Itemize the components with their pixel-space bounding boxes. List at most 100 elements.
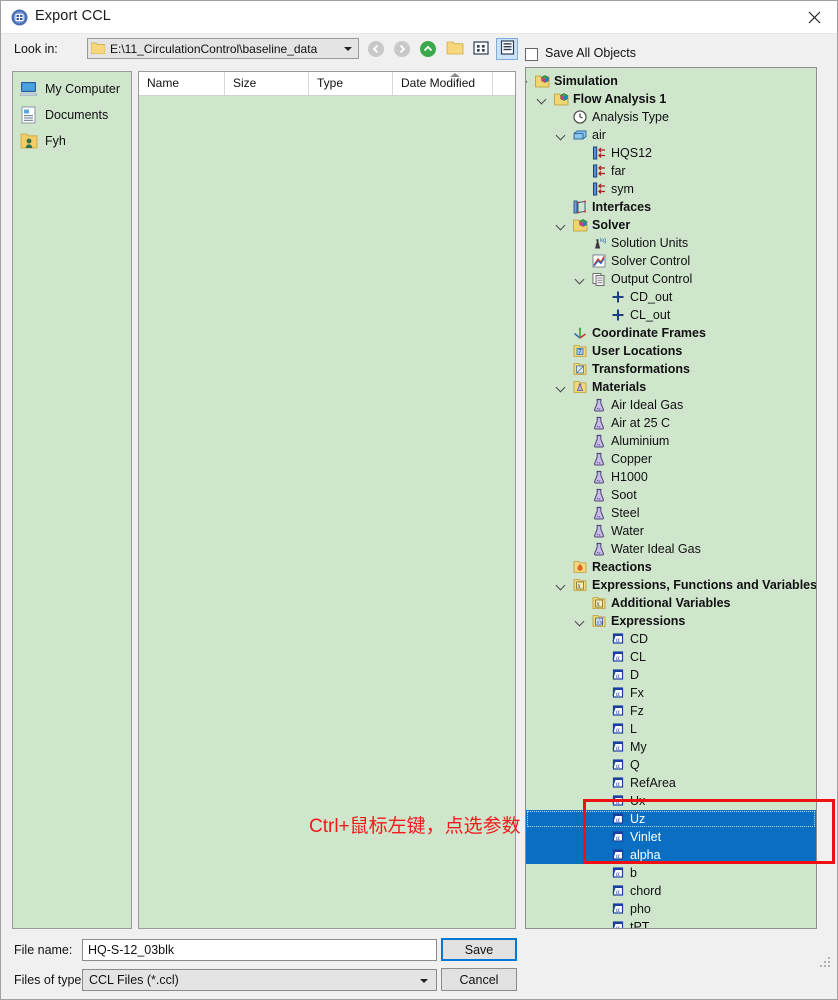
tree-item-label: Interfaces (592, 200, 652, 214)
tree-item-alpha[interactable]: α alpha (526, 846, 816, 864)
chevron-down-icon[interactable] (536, 93, 548, 105)
tree-item-expressions-functions-and-variables[interactable]: x Expressions, Functions and Variables (526, 576, 816, 594)
tree-item-q[interactable]: αQ (526, 756, 816, 774)
tree-item-reactions[interactable]: Reactions (526, 558, 816, 576)
tree-item-additional-variables[interactable]: x Additional Variables (526, 594, 816, 612)
tree-item-copper[interactable]: Copper (526, 450, 816, 468)
tree-item-d[interactable]: αD (526, 666, 816, 684)
new-folder-button[interactable] (444, 38, 466, 60)
tree-item-solver-control[interactable]: Solver Control (526, 252, 816, 270)
save-all-objects-checkbox[interactable] (525, 48, 538, 61)
tree-item-solution-units[interactable]: kg Solution Units (526, 234, 816, 252)
tree-item-water[interactable]: Water (526, 522, 816, 540)
back-button[interactable] (365, 38, 387, 60)
chevron-down-icon[interactable] (555, 129, 567, 141)
save-button[interactable]: Save (441, 938, 517, 961)
up-one-level-button[interactable] (417, 38, 439, 60)
tree-item-materials[interactable]: Materials (526, 378, 816, 396)
column-header-size[interactable]: Size (225, 72, 309, 95)
detail-view-button[interactable] (496, 38, 518, 60)
tree-item-cd-out[interactable]: CD_out (526, 288, 816, 306)
tree-item-label: Steel (611, 506, 640, 520)
tree-item-water-ideal-gas[interactable]: Water Ideal Gas (526, 540, 816, 558)
svg-text:α: α (616, 762, 620, 770)
save-all-objects-row[interactable]: Save All Objects (525, 46, 725, 64)
tree-item-transformations[interactable]: Transformations (526, 360, 816, 378)
ccl-object-tree[interactable]: Simulation Flow Analysis 1 Analysis Type ai… (525, 67, 817, 929)
tree-item-vinlet[interactable]: α Vinlet (526, 828, 816, 846)
column-header-type[interactable]: Type (309, 72, 393, 95)
tree-item-analysis-type[interactable]: Analysis Type (526, 108, 816, 126)
tree-item-uz[interactable]: α Uz (526, 810, 816, 828)
tree-item-label: Fz (630, 704, 644, 718)
tree-item-my[interactable]: α My (526, 738, 816, 756)
place-label: Documents (45, 108, 109, 122)
tree-item-label: air (592, 128, 606, 142)
tree-item-coordinate-frames[interactable]: Coordinate Frames (526, 324, 816, 342)
close-button[interactable] (791, 1, 837, 33)
column-header-name[interactable]: Name (139, 72, 225, 95)
look-in-combo[interactable]: E:\11_CirculationControl\baseline_data (87, 38, 359, 59)
tree-item-l[interactable]: αL (526, 720, 816, 738)
coordinate-frames-icon (572, 325, 588, 341)
chevron-down-icon[interactable] (555, 381, 567, 393)
material-icon (591, 397, 607, 413)
place-my-computer[interactable]: My Computer (19, 78, 127, 100)
file-list: Name Size Type Date Modified (138, 71, 516, 929)
tree-item-air-ideal-gas[interactable]: Air Ideal Gas (526, 396, 816, 414)
tree-item-aluminium[interactable]: Aluminium (526, 432, 816, 450)
icon-view-button[interactable] (470, 38, 492, 60)
chevron-down-icon[interactable] (526, 75, 529, 87)
tree-item-label: HQS12 (611, 146, 652, 160)
tree-item-fx[interactable]: α Fx (526, 684, 816, 702)
export-ccl-dialog: Export CCL Look in: E:\11_CirculationCon… (0, 0, 838, 1000)
tree-item-b[interactable]: αb (526, 864, 816, 882)
forward-button[interactable] (391, 38, 413, 60)
tree-item-simulation[interactable]: Simulation (526, 72, 816, 90)
tree-item-expressions[interactable]: √x Expressions (526, 612, 816, 630)
tree-item-interfaces[interactable]: Interfaces (526, 198, 816, 216)
tree-item-ux[interactable]: α Ux (526, 792, 816, 810)
tree-item-output-control[interactable]: Output Control (526, 270, 816, 288)
tree-item-soot[interactable]: Soot (526, 486, 816, 504)
chevron-down-icon[interactable] (574, 615, 586, 627)
cancel-button[interactable]: Cancel (441, 968, 517, 991)
tree-item-sym[interactable]: sym (526, 180, 816, 198)
tree-item-label: Reactions (592, 560, 652, 574)
place-fyh[interactable]: Fyh (19, 130, 127, 152)
tree-item-air-at-25-c[interactable]: Air at 25 C (526, 414, 816, 432)
tree-item-solver[interactable]: Solver (526, 216, 816, 234)
svg-text:α: α (616, 690, 620, 698)
tree-item-tpt[interactable]: α tPT (526, 918, 816, 928)
tree-item-air[interactable]: air (526, 126, 816, 144)
chevron-down-icon[interactable] (555, 219, 567, 231)
place-documents[interactable]: Documents (19, 104, 127, 126)
chevron-down-icon[interactable] (574, 273, 586, 285)
tree-item-chord[interactable]: α chord (526, 882, 816, 900)
tree-item-flow-analysis-1[interactable]: Flow Analysis 1 (526, 90, 816, 108)
tree-item-label: User Locations (592, 344, 683, 358)
tree-item-cd[interactable]: α CD (526, 630, 816, 648)
tree-item-label: Solver Control (611, 254, 691, 268)
tree-item-user-locations[interactable]: 7 User Locations (526, 342, 816, 360)
tree-item-h1000[interactable]: H1000 (526, 468, 816, 486)
look-in-path: E:\11_CirculationControl\baseline_data (110, 42, 318, 56)
resize-grip[interactable] (820, 957, 832, 969)
tree-item-fz[interactable]: α Fz (526, 702, 816, 720)
tree-item-hqs12[interactable]: HQS12 (526, 144, 816, 162)
file-list-body[interactable] (139, 96, 515, 928)
tree-item-far[interactable]: far (526, 162, 816, 180)
tree-item-label: Water (611, 524, 644, 538)
simulation-icon (534, 73, 550, 89)
tree-item-refarea[interactable]: α RefArea (526, 774, 816, 792)
tree-item-cl-out[interactable]: CL_out (526, 306, 816, 324)
tree-item-label: RefArea (630, 776, 676, 790)
tree-item-steel[interactable]: Steel (526, 504, 816, 522)
tree-item-pho[interactable]: α pho (526, 900, 816, 918)
files-of-type-combo[interactable]: CCL Files (*.ccl) (82, 969, 437, 991)
file-name-input[interactable] (82, 939, 437, 961)
chevron-down-icon[interactable] (555, 579, 567, 591)
column-header-date-modified[interactable]: Date Modified (393, 72, 493, 95)
expression-icon: α (610, 667, 626, 683)
tree-item-cl[interactable]: α CL (526, 648, 816, 666)
